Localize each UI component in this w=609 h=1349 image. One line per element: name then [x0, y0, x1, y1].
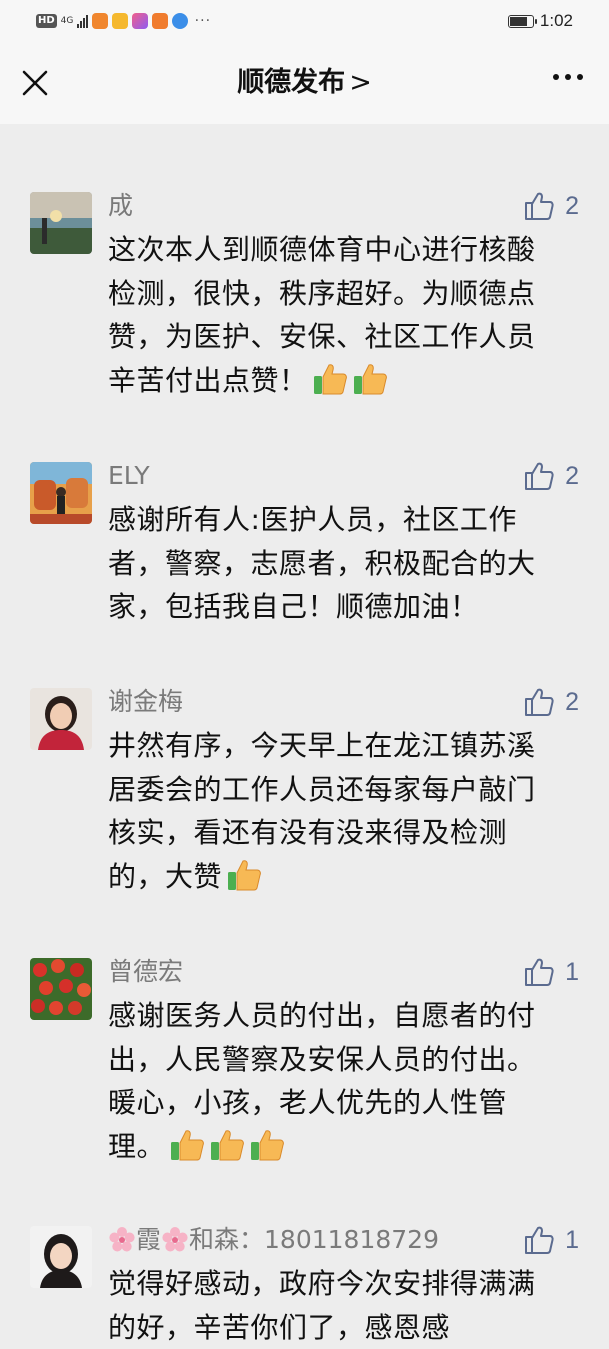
thumbs-up-emoji — [251, 1129, 284, 1160]
thumbs-up-emoji — [228, 859, 261, 890]
avatar[interactable] — [30, 192, 92, 254]
comment-text: 这次本人到顺德体育中心进行核酸检测，很快，秩序超好。为顺德点赞，为医护、安保、社… — [108, 228, 558, 402]
battery-level — [509, 16, 527, 26]
clock: 1:02 — [539, 11, 573, 30]
hd-badge: HD — [36, 14, 57, 28]
comment-text: 感谢所有人:医护人员，社区工作者，警察，志愿者，积极配合的大家，包括我自己！顺德… — [108, 498, 558, 629]
browser-icon — [171, 13, 188, 29]
page-title-text: 顺德发布 — [237, 67, 346, 98]
avatar[interactable] — [30, 958, 92, 1020]
thumbs-up-icon — [525, 192, 554, 220]
comment-text-body: 觉得好感动，政府今次安排得满满的好，辛苦你们了，感恩感 — [108, 1267, 536, 1344]
commenter-name[interactable]: ELY — [108, 460, 150, 492]
notification-app-icon-2 — [131, 13, 148, 29]
signal-icon — [76, 14, 88, 28]
mail-icon — [111, 13, 128, 29]
thumbs-up-icon — [525, 688, 554, 716]
avatar[interactable] — [30, 462, 92, 524]
status-left: HD 4G ··· — [36, 11, 211, 31]
thumbs-up-icon — [525, 1226, 554, 1254]
chevron-right-icon: > — [349, 67, 372, 98]
comment-text: 井然有序，今天早上在龙江镇苏溪居委会的工作人员还每家每户敲门核实，看还有没有没来… — [108, 724, 558, 898]
like-button[interactable]: 2 — [523, 190, 579, 222]
like-count: 2 — [565, 462, 579, 490]
thumbs-up-emoji — [171, 1129, 204, 1160]
cherry-blossom-icon — [109, 1227, 135, 1252]
like-count: 2 — [565, 192, 579, 220]
status-bar: HD 4G ··· 1:02 — [0, 0, 609, 42]
like-button[interactable]: 2 — [523, 686, 579, 718]
avatar[interactable] — [30, 688, 92, 750]
commenter-name[interactable]: 谢金梅 — [108, 686, 183, 718]
like-button[interactable]: 1 — [523, 1224, 579, 1256]
comment-text-body: 感谢所有人:医护人员，社区工作者，警察，志愿者，积极配合的大家，包括我自己！顺德… — [108, 503, 536, 623]
thumbs-up-icon — [525, 958, 554, 986]
notification-app-icon-1 — [91, 13, 108, 29]
commenter-name[interactable]: 成 — [108, 190, 133, 222]
avatar[interactable] — [30, 1226, 92, 1288]
comment-text: 觉得好感动，政府今次安排得满满的好，辛苦你们了，感恩感 — [108, 1262, 558, 1349]
page-title[interactable]: 顺德发布 > — [0, 66, 609, 100]
like-count: 2 — [565, 688, 579, 716]
comment-text-body: 井然有序，今天早上在龙江镇苏溪居委会的工作人员还每家每户敲门核实，看还有没有没来… — [108, 729, 536, 893]
commenter-name[interactable]: 曾德宏 — [108, 956, 183, 988]
like-button[interactable]: 2 — [523, 460, 579, 492]
battery-icon — [507, 14, 537, 28]
commenter-name-part: 和森：18011818729 — [189, 1225, 439, 1254]
video-play-icon — [151, 13, 168, 29]
more-icon[interactable] — [553, 74, 583, 80]
more-notifications-icon: ··· — [194, 13, 212, 29]
network-label: 4G — [60, 15, 74, 26]
like-count: 1 — [565, 958, 579, 986]
thumbs-up-emoji — [211, 1129, 244, 1160]
nav-bar: 顺德发布 > — [0, 42, 609, 124]
thumbs-up-emoji — [313, 363, 347, 394]
cherry-blossom-icon — [162, 1227, 188, 1252]
status-right: 1:02 — [507, 11, 573, 31]
commenter-name[interactable]: 霞和森：18011818729 — [108, 1224, 439, 1256]
comment-text: 感谢医务人员的付出，自愿者的付出，人民警察及安保人员的付出。暖心，小孩，老人优先… — [108, 994, 558, 1168]
thumbs-up-icon — [525, 462, 554, 490]
thumbs-up-emoji — [353, 363, 387, 394]
like-button[interactable]: 1 — [523, 956, 579, 988]
commenter-name-part: 霞 — [136, 1225, 162, 1254]
like-count: 1 — [565, 1226, 579, 1254]
